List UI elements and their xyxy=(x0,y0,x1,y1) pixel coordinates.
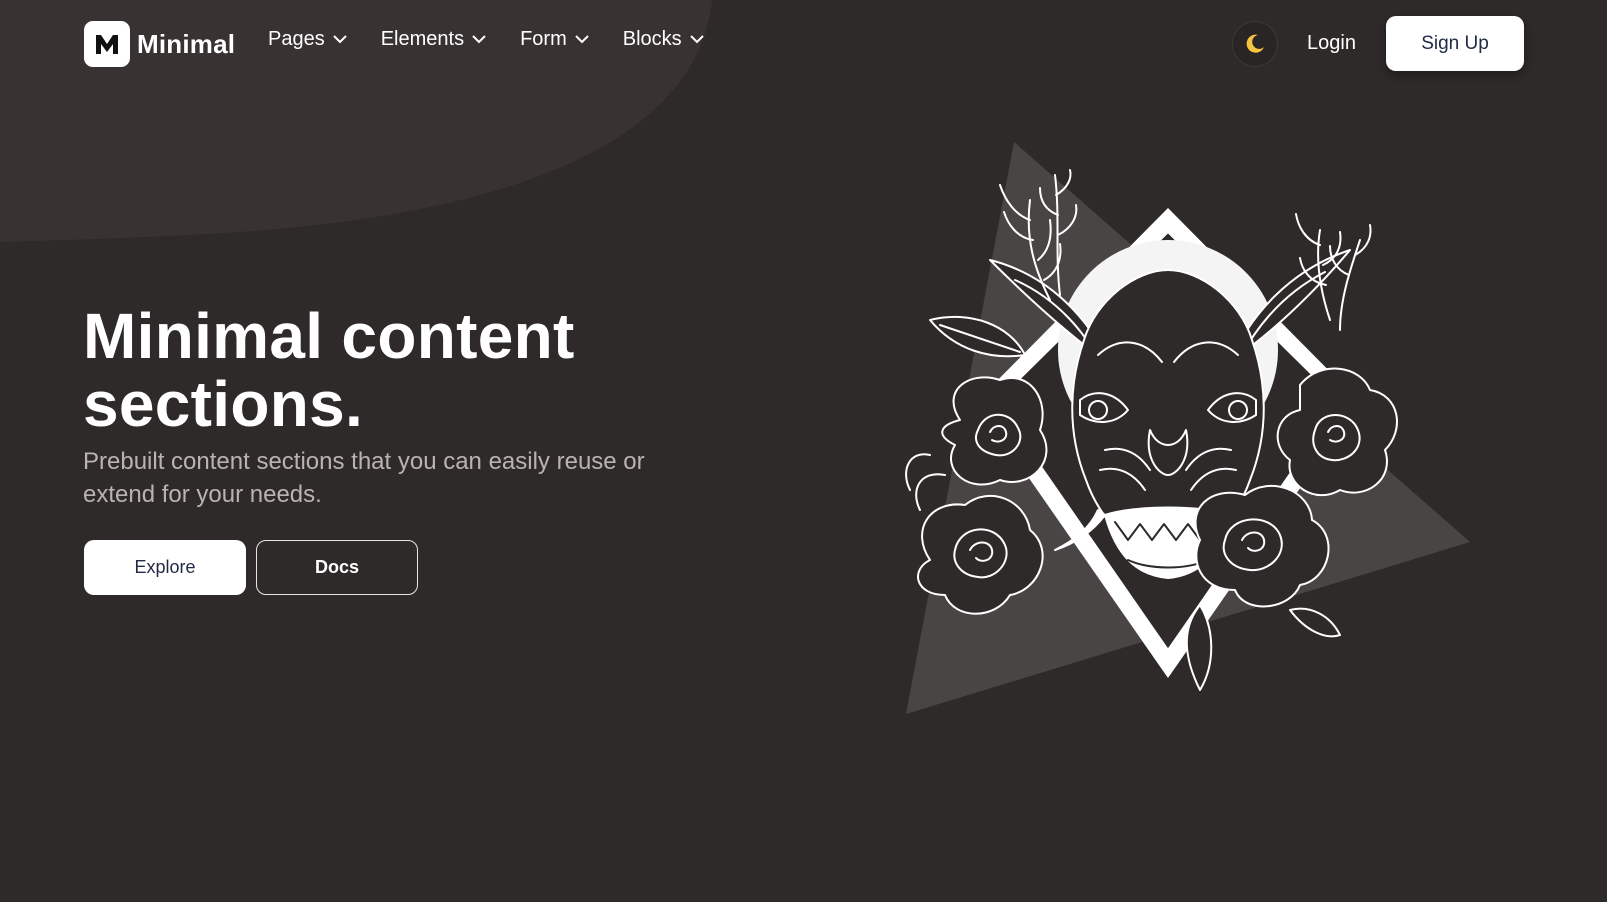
moon-icon xyxy=(1246,34,1264,53)
login-link[interactable]: Login xyxy=(1307,32,1356,55)
main-menu: Pages Elements Form Blocks xyxy=(268,28,738,51)
hero-title: Minimal content sections. xyxy=(83,300,575,440)
menu-item-label: Form xyxy=(520,28,567,50)
theme-toggle-button[interactable] xyxy=(1232,21,1278,67)
logo-icon xyxy=(84,21,130,67)
chevron-down-icon xyxy=(689,35,704,44)
menu-item-pages[interactable]: Pages xyxy=(268,28,347,51)
chevron-down-icon xyxy=(472,35,486,44)
explore-button[interactable]: Explore xyxy=(84,540,246,595)
landing-page: Minimal Pages Elements Form Blocks Login… xyxy=(0,0,1607,902)
chevron-down-icon xyxy=(575,35,589,44)
top-navbar: Minimal Pages Elements Form Blocks Login… xyxy=(0,0,1607,88)
menu-item-form[interactable]: Form xyxy=(520,28,589,51)
menu-item-blocks[interactable]: Blocks xyxy=(623,28,704,51)
oni-mask-illustration xyxy=(905,142,1470,714)
signup-button[interactable]: Sign Up xyxy=(1386,16,1524,71)
menu-item-label: Pages xyxy=(268,28,325,50)
menu-item-label: Elements xyxy=(380,28,465,50)
menu-item-label: Blocks xyxy=(622,28,682,50)
menu-item-elements[interactable]: Elements xyxy=(381,28,486,51)
hero-subtitle: Prebuilt content sections that you can e… xyxy=(83,448,645,508)
brand-name: Minimal xyxy=(137,28,236,59)
brand-logo[interactable]: Minimal xyxy=(84,21,235,67)
chevron-down-icon xyxy=(333,35,347,44)
docs-button[interactable]: Docs xyxy=(256,540,418,595)
